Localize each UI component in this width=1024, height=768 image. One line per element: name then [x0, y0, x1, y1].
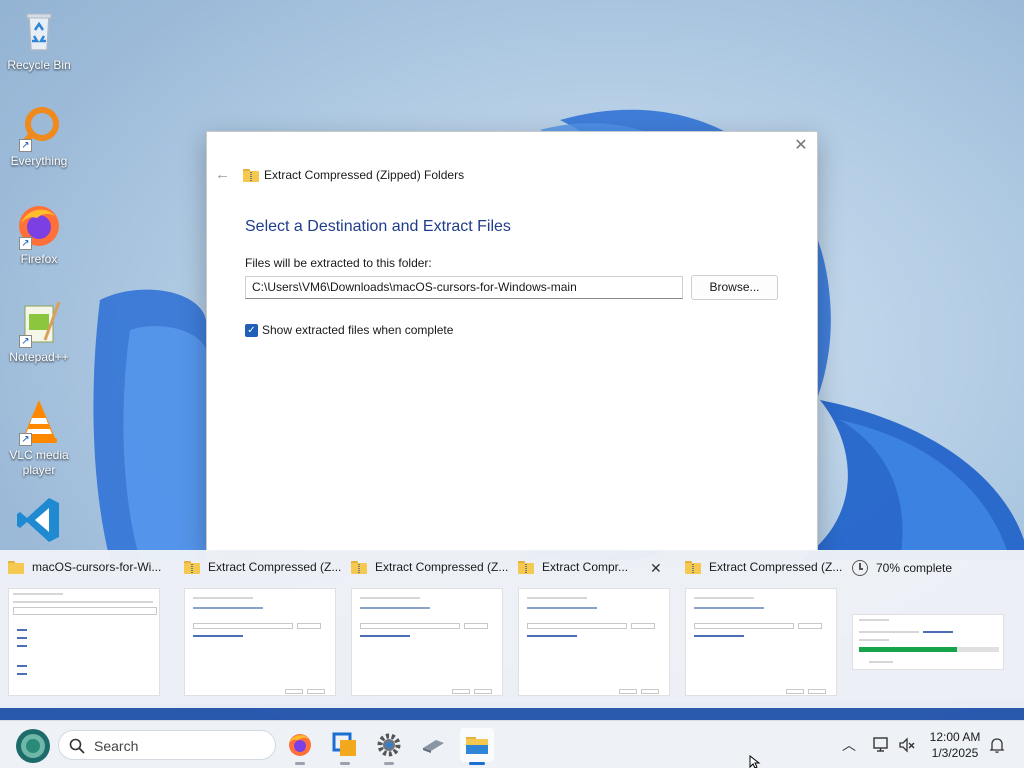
file-explorer-icon — [466, 737, 488, 754]
taskbar-firefox[interactable] — [283, 728, 317, 765]
path-label: Files will be extracted to this folder: — [245, 256, 432, 270]
clock-date: 1/3/2025 — [931, 746, 979, 760]
show-files-checkbox-row[interactable]: ✓ Show extracted files when complete — [245, 323, 453, 337]
thumbnail-preview — [8, 588, 160, 696]
taskbar-app[interactable] — [416, 728, 450, 762]
desktop-icon-label: Firefox — [20, 252, 58, 266]
thumbnail-preview — [852, 614, 1004, 670]
desktop-icon-vlc[interactable]: ↗ VLC media player — [4, 398, 74, 478]
desktop-icon-label: VLC media player — [9, 448, 69, 477]
shortcut-arrow-icon: ↗ — [19, 433, 32, 446]
desktop-icon-notepad-plus-plus[interactable]: ↗ Notepad++ — [4, 300, 74, 365]
search-placeholder: Search — [94, 738, 139, 754]
copy-progress-fill — [859, 647, 957, 652]
thumbnail-title: Extract Compressed (Z... — [208, 560, 342, 574]
show-files-checkbox-label: Show extracted files when complete — [262, 323, 454, 337]
thumbnail-explorer-window[interactable]: macOS-cursors-for-Wi... — [0, 550, 168, 708]
taskbar-settings[interactable] — [372, 728, 406, 765]
desktop-icon-everything[interactable]: ↗ Everything — [4, 104, 74, 169]
network-icon[interactable] — [872, 736, 890, 754]
folder-icon — [8, 560, 24, 574]
thumbnail-title: macOS-cursors-for-Wi... — [32, 560, 162, 574]
extract-dialog: ✕ ← Extract Compressed (Zipped) Folders … — [206, 131, 818, 551]
thumbnail-extract-dialog[interactable]: Extract Compressed (Z... — [343, 550, 511, 708]
shortcut-arrow-icon: ↗ — [19, 139, 32, 152]
gear-icon — [377, 733, 401, 757]
zip-folder-icon — [351, 560, 367, 574]
zip-folder-icon — [685, 560, 701, 574]
notepad-plus-plus-icon: ↗ — [15, 300, 63, 348]
taskbar-virtual-desktop[interactable] — [328, 728, 362, 765]
desktop-icon-vscode[interactable] — [4, 496, 74, 546]
taskbar-file-explorer[interactable] — [460, 728, 494, 765]
thumbnail-copy-progress[interactable]: 70% complete — [844, 550, 1014, 708]
taskbar-thumbnail-strip: macOS-cursors-for-Wi... Extract Compress… — [0, 550, 1024, 708]
copy-progress-bar — [859, 647, 999, 652]
start-button[interactable] — [14, 727, 52, 765]
thumbnail-preview — [518, 588, 670, 696]
shortcut-arrow-icon: ↗ — [19, 335, 32, 348]
desktop-icon-recycle-bin[interactable]: Recycle Bin — [4, 8, 74, 73]
taskbar-search-box[interactable]: Search — [58, 730, 276, 760]
recycle-bin-icon — [15, 8, 63, 56]
zip-folder-icon — [518, 560, 534, 574]
destination-path-input[interactable]: C:\Users\VM6\Downloads\macOS-cursors-for… — [245, 276, 683, 299]
volume-muted-icon[interactable] — [898, 736, 916, 754]
mouse-cursor-icon — [749, 755, 761, 768]
back-arrow-icon[interactable]: ← — [215, 167, 230, 182]
start-icon — [16, 729, 50, 763]
thumbnail-preview — [351, 588, 503, 696]
virtual-desktop-icon — [332, 732, 356, 756]
thumbnail-title: Extract Compressed (Z... — [375, 560, 509, 574]
firefox-icon: ↗ — [15, 202, 63, 250]
zip-folder-icon — [184, 560, 200, 574]
drive-icon — [423, 740, 444, 753]
thumbnail-preview — [685, 588, 837, 696]
dialog-title-row: Extract Compressed (Zipped) Folders — [243, 168, 464, 182]
firefox-icon — [289, 734, 311, 756]
vlc-icon: ↗ — [15, 398, 63, 446]
thumbnail-title: 70% complete — [876, 561, 953, 575]
thumbnail-extract-dialog[interactable]: Extract Compressed (Z... — [677, 550, 845, 708]
desktop-icon-label: Everything — [10, 154, 68, 168]
browse-button[interactable]: Browse... — [691, 275, 778, 300]
desktop-icon-label: Notepad++ — [9, 350, 69, 364]
search-icon — [69, 738, 85, 754]
desktop-icon-firefox[interactable]: ↗ Firefox — [4, 202, 74, 267]
vscode-icon — [15, 496, 63, 544]
desktop-icon-label: Recycle Bin — [7, 58, 71, 72]
dialog-title: Extract Compressed (Zipped) Folders — [264, 168, 465, 182]
thumbnail-title: Extract Compressed (Z... — [709, 560, 843, 574]
close-thumbnail-icon[interactable]: ✕ — [650, 560, 662, 577]
close-icon[interactable]: ✕ — [793, 138, 809, 154]
dialog-heading: Select a Destination and Extract Files — [245, 218, 511, 235]
taskbar-clock[interactable]: 12:00 AM 1/3/2025 — [920, 729, 990, 761]
show-files-checkbox[interactable]: ✓ — [245, 323, 258, 337]
thumbnail-extract-dialog[interactable]: Extract Compressed (Z... — [176, 550, 344, 708]
taskbar: Search ︿ 12:00 AM 1/3/2025 — [0, 720, 1024, 768]
notification-bell-icon[interactable] — [988, 736, 1006, 754]
everything-search-icon: ↗ — [15, 104, 63, 152]
clock-icon — [852, 560, 868, 576]
shortcut-arrow-icon: ↗ — [19, 237, 32, 250]
thumbnail-preview — [184, 588, 336, 696]
thumbnail-extract-dialog[interactable]: Extract Compr... ✕ — [510, 550, 678, 708]
thumbnail-title: Extract Compr... — [542, 560, 629, 574]
clock-time: 12:00 AM — [929, 730, 981, 744]
show-hidden-icons-chevron-icon[interactable]: ︿ — [842, 735, 856, 755]
zip-folder-icon — [243, 168, 259, 182]
